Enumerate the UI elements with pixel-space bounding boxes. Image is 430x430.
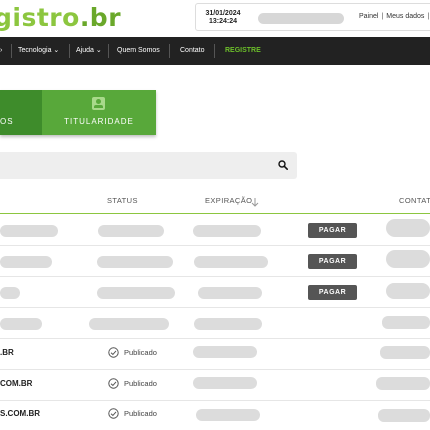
user-links: Painel | Meus dados |: [359, 13, 430, 20]
domain-redacted: [0, 256, 52, 268]
chevron-down-icon: ⌄: [95, 47, 102, 54]
table-row[interactable]: PAGAR: [0, 215, 430, 246]
sort-arrow-down-icon[interactable]: [251, 197, 259, 207]
user-name-redacted: [258, 13, 344, 24]
column-status[interactable]: STATUS: [107, 196, 138, 205]
nav-item-contato[interactable]: Contato: [180, 37, 205, 65]
domain-name[interactable]: COM.BR: [0, 379, 32, 388]
nav-item-ajuda[interactable]: Ajuda ⌄: [76, 37, 102, 65]
domain-redacted: [0, 318, 42, 330]
contact-redacted: [378, 409, 430, 422]
pay-button[interactable]: PAGAR: [308, 285, 357, 300]
search-icon[interactable]: [278, 160, 288, 170]
status-redacted: [98, 225, 164, 237]
pay-button[interactable]: PAGAR: [308, 223, 357, 238]
check-circle-icon: [108, 347, 119, 358]
table-row[interactable]: .BR Publicado: [0, 339, 430, 370]
column-contact[interactable]: CONTAT: [399, 196, 430, 205]
check-circle-icon: [108, 378, 119, 389]
link-separator: |: [427, 13, 430, 20]
link-separator: |: [381, 13, 384, 20]
expiration-redacted: [196, 409, 260, 421]
table-row[interactable]: PAGAR: [0, 277, 430, 308]
search-input[interactable]: [0, 152, 297, 179]
table-header: STATUS EXPIRAÇÃO CONTAT: [0, 190, 430, 214]
domain-redacted: [0, 287, 20, 299]
nav-item-quem-somos[interactable]: Quem Somos: [117, 37, 160, 65]
link-painel[interactable]: Painel: [359, 13, 378, 20]
expiration-redacted: [194, 256, 268, 268]
contact-redacted: [376, 377, 430, 390]
contact-redacted: [380, 346, 430, 359]
column-expiration[interactable]: EXPIRAÇÃO: [205, 196, 252, 205]
expiration-redacted: [194, 318, 262, 330]
tab-titularidade[interactable]: TITULARIDADE: [42, 90, 156, 135]
chevron-down-icon: ⌄: [53, 47, 60, 54]
status-label: Publicado: [124, 379, 157, 388]
nav-divider: [108, 44, 109, 58]
session-time: 13:24:24: [208, 18, 238, 25]
link-meus-dados[interactable]: Meus dados: [386, 13, 424, 20]
expiration-redacted: [193, 225, 261, 237]
table-row[interactable]: PAGAR: [0, 246, 430, 277]
registro-br-logo[interactable]: gistro.br: [0, 3, 121, 32]
nav-item-label: Ajuda: [76, 47, 94, 54]
table-row[interactable]: S.COM.BR Publicado: [0, 401, 430, 430]
tab-dominios[interactable]: OS: [0, 90, 42, 135]
expiration-redacted: [198, 287, 262, 299]
id-card-icon: [92, 97, 105, 110]
domain-name[interactable]: S.COM.BR: [0, 409, 40, 418]
domain-name[interactable]: .BR: [0, 348, 14, 357]
contact-redacted: [386, 283, 430, 299]
main-navbar: › Tecnologia ⌄ Ajuda ⌄ Quem Somos Contat…: [0, 37, 430, 65]
top-header: gistro.br 31/01/2024 13:24:24 Painel | Meu…: [0, 0, 430, 37]
check-circle-icon: [108, 408, 119, 419]
status-redacted: [97, 287, 175, 299]
expiration-redacted: [193, 346, 257, 358]
domain-tabs: OS TITULARIDADE: [0, 90, 156, 135]
nav-item-tecnologia[interactable]: Tecnologia ⌄: [18, 37, 59, 65]
status-label: Publicado: [124, 409, 157, 418]
contact-redacted: [386, 250, 430, 268]
logo-tld: .br: [79, 3, 122, 32]
table-row[interactable]: COM.BR Publicado: [0, 370, 430, 401]
status-label: Publicado: [124, 348, 157, 357]
contact-redacted: [386, 219, 430, 237]
nav-item-registre[interactable]: REGISTRE: [225, 37, 261, 65]
nav-divider: [214, 44, 215, 58]
nav-item-label: Tecnologia: [18, 47, 52, 54]
tab-label: TITULARIDADE: [64, 117, 134, 126]
nav-divider: [11, 44, 12, 58]
table-row[interactable]: [0, 308, 430, 339]
nav-chevron-partial[interactable]: ›: [0, 37, 2, 65]
domain-redacted: [0, 225, 58, 237]
nav-divider: [169, 44, 170, 58]
session-date: 31/01/2024: [205, 10, 241, 17]
status-redacted: [89, 318, 169, 330]
contact-redacted: [382, 316, 430, 329]
tab-label: OS: [0, 117, 14, 126]
session-datetime: 31/01/2024 13:24:24: [204, 10, 242, 26]
nav-divider: [69, 44, 70, 58]
status-redacted: [97, 256, 173, 268]
logo-text: gistro: [0, 3, 80, 32]
pay-button[interactable]: PAGAR: [308, 254, 357, 269]
expiration-redacted: [193, 377, 257, 389]
